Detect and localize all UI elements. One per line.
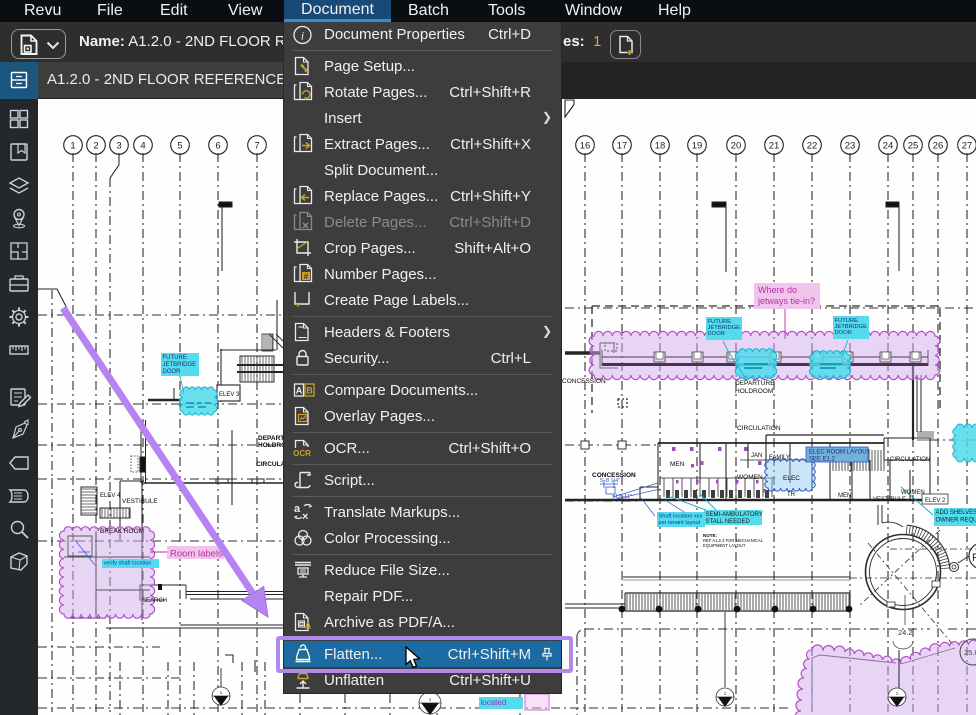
- svg-text:A: A: [296, 386, 303, 396]
- svg-text:27: 27: [962, 141, 973, 152]
- svg-text:16: 16: [580, 141, 591, 152]
- svg-text:BREAK ROOM: BREAK ROOM: [100, 528, 144, 535]
- svg-text:CIRCULATION: CIRCULATION: [890, 457, 930, 463]
- svg-text:FUTURE: FUTURE: [835, 318, 859, 324]
- svg-text:i: i: [301, 28, 304, 42]
- svg-text:×: ×: [302, 511, 308, 523]
- svg-text:verify shaft location: verify shaft location: [104, 561, 152, 567]
- svg-text:Shaft location xxx: Shaft location xxx: [659, 514, 703, 520]
- svg-text:OWNER REQUE: OWNER REQUE: [936, 518, 976, 524]
- svg-text:EQUIPMENT LAYOUT: EQUIPMENT LAYOUT: [703, 543, 746, 548]
- svg-text:JETBRIDGE: JETBRIDGE: [708, 325, 741, 331]
- svg-text:ELEC ROOM LAYOUT: ELEC ROOM LAYOUT: [809, 450, 871, 456]
- svg-text:CIRCULATION: CIRCULATION: [737, 425, 781, 432]
- svg-text:2: 2: [93, 141, 98, 152]
- svg-text:17: 17: [617, 141, 628, 152]
- svg-text:5: 5: [177, 141, 182, 152]
- svg-text:ELEC: ELEC: [783, 475, 800, 482]
- svg-text:WOMEN: WOMEN: [901, 490, 925, 496]
- svg-text:7: 7: [254, 141, 259, 152]
- svg-text:21: 21: [769, 141, 780, 152]
- svg-text:SEE E1.2: SEE E1.2: [809, 457, 836, 463]
- svg-text:4: 4: [140, 141, 145, 152]
- svg-text:#: #: [304, 271, 309, 281]
- svg-text:*: *: [296, 300, 301, 311]
- svg-text:25.6: 25.6: [964, 648, 976, 657]
- svg-text:MEN: MEN: [838, 493, 851, 499]
- svg-text:SEARCH: SEARCH: [142, 598, 167, 604]
- svg-text:SEMI-AMBULATORY: SEMI-AMBULATORY: [706, 512, 763, 518]
- svg-text:DOOR: DOOR: [163, 369, 182, 375]
- svg-text:VESTIBULE: VESTIBULE: [122, 498, 158, 505]
- svg-text:TR: TR: [787, 492, 796, 498]
- svg-text:Where do: Where do: [758, 285, 797, 295]
- svg-text:ADD SHELVES: ADD SHELVES: [936, 510, 976, 516]
- svg-text:located: located: [481, 698, 507, 707]
- svg-text:HOLDROOM: HOLDROOM: [735, 388, 773, 395]
- svg-text:jetways tie-in?: jetways tie-in?: [757, 296, 815, 306]
- svg-text:JETBRIDGE: JETBRIDGE: [163, 362, 197, 368]
- svg-text:18: 18: [655, 141, 666, 152]
- svg-text:3: 3: [116, 141, 121, 152]
- svg-text:DOOR: DOOR: [835, 330, 852, 336]
- svg-text:FUTURE: FUTURE: [708, 319, 732, 325]
- svg-text:DOOR: DOOR: [708, 331, 725, 337]
- svg-text:per tenant layout: per tenant layout: [659, 520, 701, 526]
- svg-text:JETBRIDGE: JETBRIDGE: [835, 324, 868, 330]
- svg-text:OCR: OCR: [293, 449, 311, 458]
- svg-text:DEPARTURE: DEPARTURE: [735, 380, 775, 387]
- svg-text:5'-8 1/4": 5'-8 1/4": [600, 478, 620, 484]
- svg-text:24: 24: [883, 141, 894, 152]
- svg-text:VESTIBULE: VESTIBULE: [873, 497, 906, 503]
- svg-text:HOLDRO: HOLDRO: [258, 442, 286, 449]
- svg-text:6: 6: [215, 141, 220, 152]
- svg-text:DEPARTI: DEPARTI: [258, 435, 286, 442]
- svg-text:20: 20: [731, 141, 742, 152]
- svg-text:FAMILY: FAMILY: [769, 455, 790, 461]
- svg-text:JAN: JAN: [751, 453, 762, 459]
- svg-text:a: a: [294, 503, 301, 515]
- svg-text:ELEV 2: ELEV 2: [925, 498, 946, 504]
- svg-text:A: A: [305, 621, 312, 631]
- svg-text:25: 25: [908, 141, 919, 152]
- svg-text:24.2: 24.2: [898, 628, 913, 637]
- svg-text:Room labels: Room labels: [170, 549, 223, 560]
- svg-text:STALL NEEDED: STALL NEEDED: [706, 519, 751, 525]
- svg-text:26: 26: [933, 141, 944, 152]
- svg-text:22: 22: [807, 141, 818, 152]
- svg-text:CONCESSION: CONCESSION: [562, 378, 606, 385]
- svg-text:F: F: [972, 552, 976, 564]
- svg-text:B: B: [306, 386, 313, 396]
- svg-text:1: 1: [70, 141, 75, 152]
- svg-text:±12'-11": ±12'-11": [612, 494, 632, 500]
- svg-text:FUTURE: FUTURE: [163, 355, 187, 361]
- svg-text:23: 23: [845, 141, 856, 152]
- svg-text:19: 19: [692, 141, 703, 152]
- svg-text:WOMEN: WOMEN: [737, 474, 763, 481]
- svg-text:MEN: MEN: [670, 461, 685, 468]
- svg-text:ELEV 4: ELEV 4: [100, 493, 121, 499]
- svg-text:ELEV 3: ELEV 3: [219, 392, 240, 398]
